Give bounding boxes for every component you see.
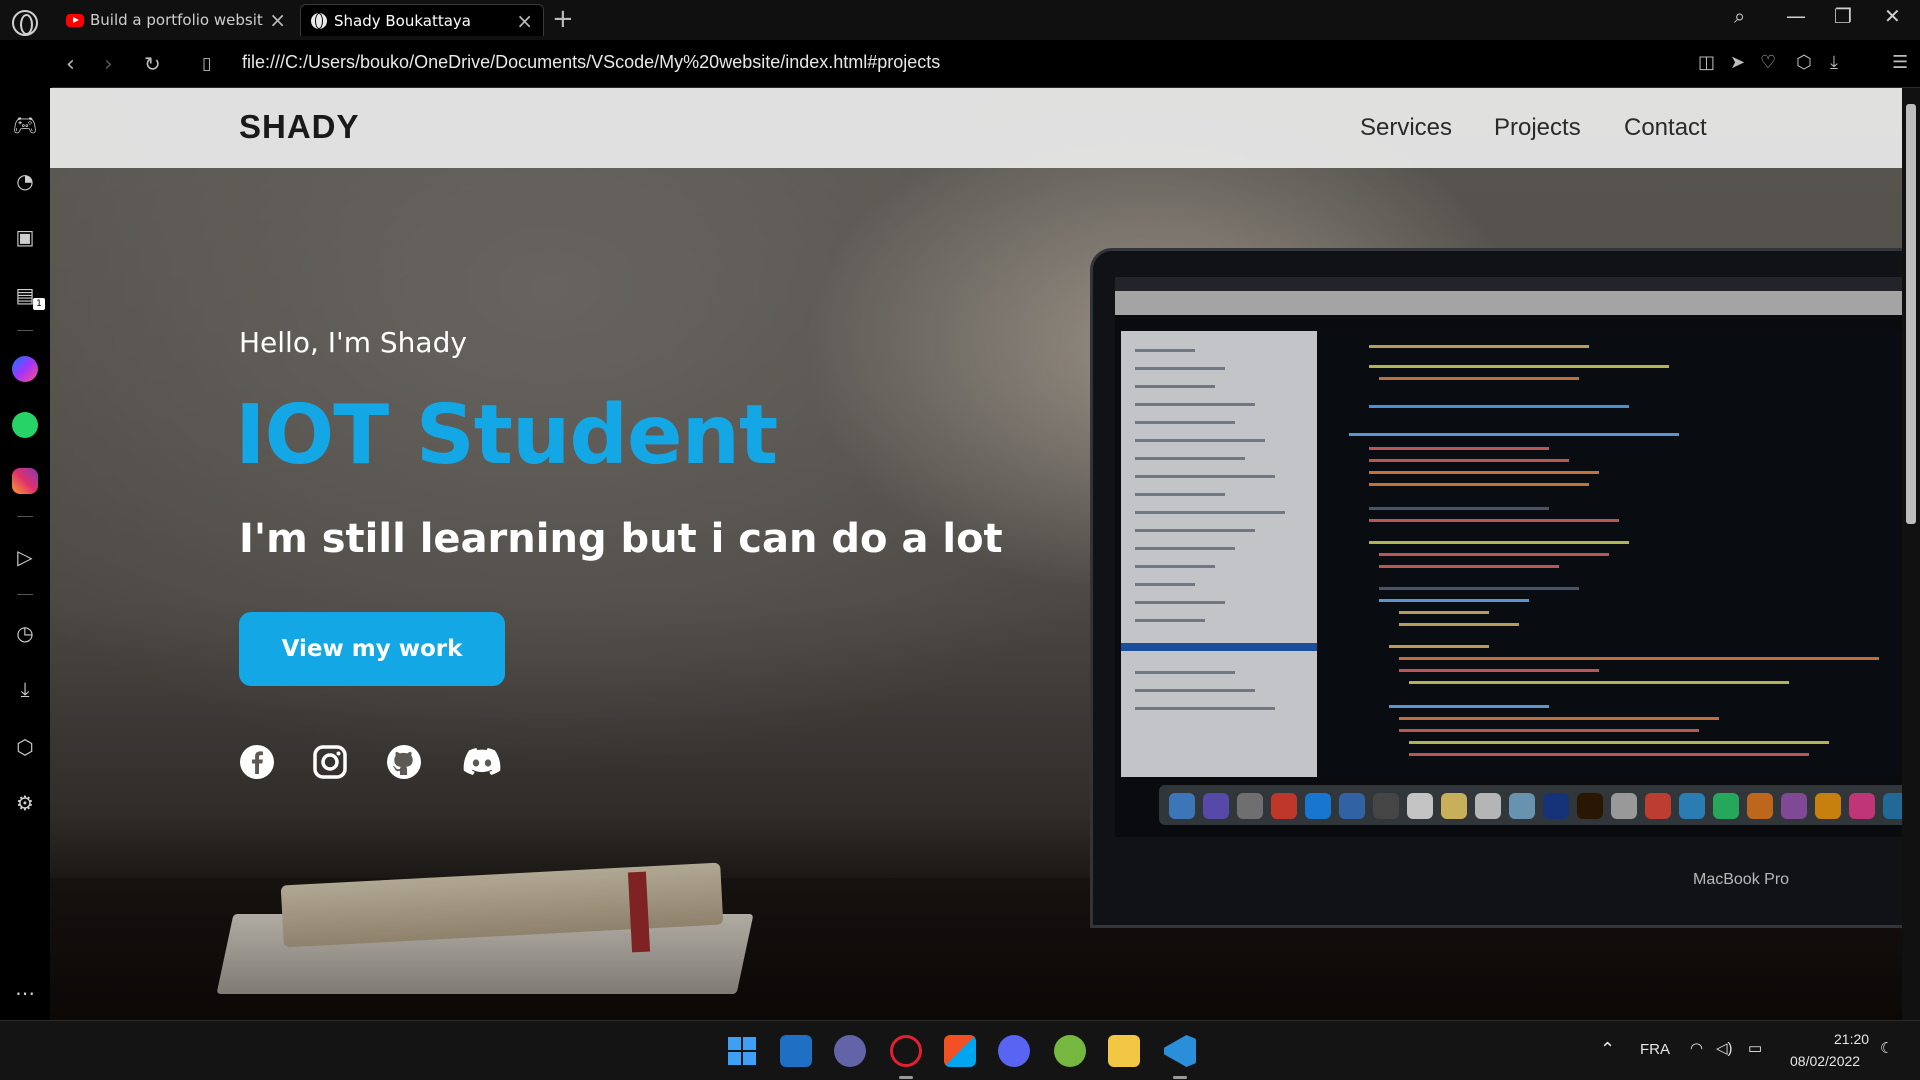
close-window-button[interactable]: ✕ [1884, 4, 1901, 28]
more-icon[interactable]: ⋯ [12, 980, 38, 1006]
widgets-icon[interactable] [780, 1035, 812, 1067]
briefcase-icon[interactable]: ▣ [12, 224, 38, 250]
gaming-controller-icon[interactable]: 🎮︎ [12, 112, 38, 138]
forward-icon[interactable]: › [104, 52, 113, 77]
wifi-icon[interactable]: ◠ [1690, 1039, 1703, 1057]
minimize-button[interactable]: — [1786, 4, 1806, 28]
tab-title: Shady Boukattaya [334, 11, 471, 30]
downloads-icon[interactable]: ⤓ [12, 676, 38, 702]
vscode-icon[interactable] [1164, 1035, 1196, 1067]
page-viewport: MacBook Pro SHADY Services Projects Cont… [50, 88, 1902, 1020]
opera-taskbar-icon[interactable] [890, 1035, 922, 1067]
nav-link-contact[interactable]: Contact [1624, 114, 1707, 142]
download-icon[interactable]: ⤓ [1830, 52, 1838, 73]
tab-youtube[interactable]: Build a portfolio website us × [56, 4, 296, 36]
discord-icon[interactable] [462, 744, 502, 780]
speed-dial-icon[interactable]: ◔ [12, 168, 38, 194]
github-icon[interactable] [386, 744, 422, 780]
new-tab-button[interactable]: + [552, 4, 574, 34]
discord-taskbar-icon[interactable] [998, 1035, 1030, 1067]
player-icon[interactable]: ▷ [12, 544, 38, 570]
send-icon[interactable]: ➤ [1730, 52, 1745, 73]
instagram-icon[interactable] [312, 744, 348, 780]
file-icon: ▯ [202, 54, 212, 74]
whatsapp-icon[interactable] [12, 412, 38, 438]
scrollbar-thumb[interactable] [1906, 104, 1916, 524]
page-scrollbar[interactable] [1902, 88, 1920, 1020]
extensions-icon[interactable]: ⬡ [12, 734, 38, 760]
view-my-work-button[interactable]: View my work [239, 612, 505, 686]
browser-tab-bar: Build a portfolio website us × Shady Bou… [0, 0, 1920, 40]
messenger-icon[interactable] [12, 356, 38, 382]
camera-icon[interactable]: ◫ [1698, 52, 1715, 73]
notifications-icon[interactable]: ☾ [1880, 1039, 1893, 1057]
youtube-icon [66, 13, 84, 27]
tab-title: Build a portfolio website us [90, 11, 263, 29]
hero-headline: IOT Student [235, 388, 778, 483]
site-logo[interactable]: SHADY [239, 108, 360, 146]
facebook-icon[interactable] [239, 744, 275, 780]
volume-icon[interactable]: ◁) [1716, 1039, 1733, 1057]
opera-sidebar: 🎮︎ ◔ ▣ ▤ 1 ▷ ◷ ⤓ ⬡ ⚙ ⋯ [0, 44, 50, 1020]
utorrent-icon[interactable] [1054, 1035, 1086, 1067]
battery-icon[interactable]: ▭ [1748, 1039, 1762, 1057]
show-hidden-icons[interactable]: ⌃ [1600, 1039, 1615, 1060]
back-icon[interactable]: ‹ [66, 52, 75, 77]
site-navbar: SHADY Services Projects Contact [50, 88, 1902, 168]
windows-taskbar: ⌃ FRA ◠ ◁) ▭ 21:20 08/02/2022 ☾ [0, 1020, 1920, 1080]
notification-badge: 1 [33, 298, 45, 310]
reload-icon[interactable]: ↻ [144, 52, 161, 76]
opera-menu-icon[interactable] [12, 10, 38, 36]
tab-active[interactable]: Shady Boukattaya × [300, 4, 544, 36]
address-bar: ‹ › ↻ ▯ file:///C:/Users/bouko/OneDrive/… [52, 44, 1920, 88]
greeting-text: Hello, I'm Shady [239, 326, 467, 359]
easy-setup-icon[interactable]: ☰ [1892, 52, 1908, 73]
cube-icon[interactable]: ⬡ [1796, 52, 1812, 73]
nav-link-services[interactable]: Services [1360, 114, 1452, 142]
language-indicator[interactable]: FRA [1640, 1041, 1670, 1058]
file-explorer-icon[interactable] [1108, 1035, 1140, 1067]
close-tab-icon[interactable]: × [516, 9, 533, 33]
close-tab-icon[interactable]: × [269, 8, 286, 32]
clock-date[interactable]: 08/02/2022 [1790, 1053, 1860, 1069]
clock-time[interactable]: 21:20 [1834, 1031, 1869, 1047]
url-field[interactable]: file:///C:/Users/bouko/OneDrive/Document… [242, 52, 940, 73]
maximize-button[interactable]: ❐ [1834, 4, 1852, 28]
instagram-sidebar-icon[interactable] [12, 468, 38, 494]
windows-start-icon[interactable] [726, 1035, 758, 1067]
settings-icon[interactable]: ⚙ [12, 790, 38, 816]
globe-icon [311, 12, 327, 29]
history-icon[interactable]: ◷ [12, 620, 38, 646]
hero-tagline: I'm still learning but i can do a lot [239, 516, 1003, 562]
teams-chat-icon[interactable] [834, 1035, 866, 1067]
store-icon[interactable] [944, 1035, 976, 1067]
heart-icon[interactable]: ♡ [1760, 52, 1776, 73]
nav-link-projects[interactable]: Projects [1494, 114, 1581, 142]
search-tabs-icon[interactable]: ⌕ [1734, 4, 1745, 28]
